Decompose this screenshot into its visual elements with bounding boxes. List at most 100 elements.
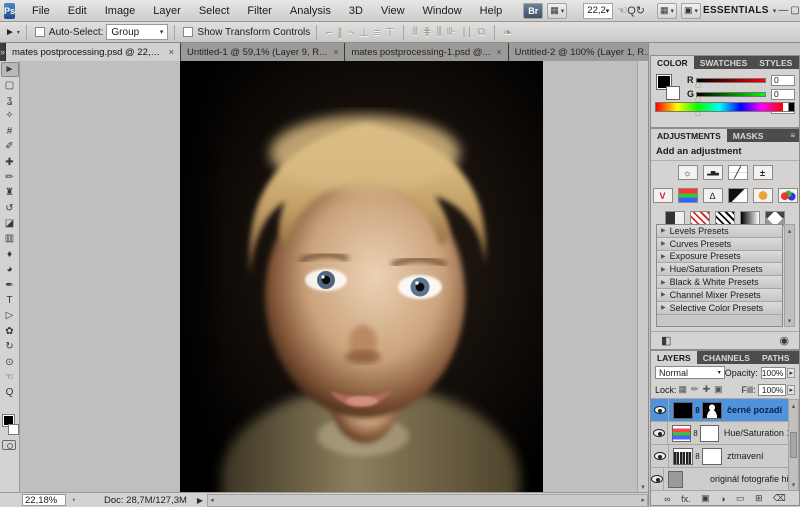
visibility-cell[interactable] [651, 399, 669, 421]
expand-triangle-icon[interactable]: ▶ [661, 266, 666, 273]
type-tool[interactable]: T [1, 293, 19, 308]
layer-name[interactable]: Hue/Saturation 1 [724, 428, 788, 438]
clone-stamp-tool[interactable]: ♜ [1, 185, 19, 200]
layer-thumbnail[interactable] [673, 402, 693, 419]
layer-style-icon[interactable]: fx. [681, 494, 691, 504]
auto-align-layers-icon[interactable]: ❧ [503, 26, 512, 39]
quick-mask-button[interactable] [2, 440, 16, 450]
preset-row[interactable]: ▶ Curves Presets [657, 238, 782, 251]
workspace-switcher[interactable]: ESSENTIALS [703, 5, 769, 16]
align-icon[interactable]: ⊤ [385, 27, 395, 39]
tool-preset-caret-icon[interactable]: ▾ [17, 29, 20, 36]
panel-tab[interactable]: ADJUSTMENTS [651, 129, 727, 142]
screen-mode-button[interactable]: ▣ ▾ [681, 3, 701, 19]
menu-item[interactable]: Image [96, 2, 145, 20]
path-selection-tool[interactable]: ▷ [1, 308, 19, 323]
show-transform-checkbox[interactable] [183, 27, 193, 37]
menu-item[interactable]: Edit [59, 2, 96, 20]
scroll-up-icon[interactable]: ▴ [788, 225, 792, 236]
close-icon[interactable]: × [169, 47, 174, 57]
scroll-down-icon[interactable]: ▾ [792, 479, 796, 490]
foreground-background-swatches[interactable] [2, 415, 20, 435]
menu-item[interactable]: Analysis [281, 2, 340, 20]
hand-tool-button[interactable]: ☜ [617, 4, 627, 17]
delete-layer-icon[interactable]: ⌫ [773, 493, 786, 504]
blend-mode-dropdown[interactable]: Normal ▾ [655, 366, 725, 379]
custom-shape-tool[interactable]: ✿ [1, 324, 19, 339]
vertical-scrollbar[interactable]: ▾ [637, 61, 648, 492]
layer-thumbnail[interactable] [672, 425, 691, 442]
new-layer-icon[interactable]: ⊞ [755, 493, 763, 504]
levels-icon[interactable] [703, 165, 723, 180]
new-adjustment-layer-icon[interactable]: ◑ [720, 494, 725, 504]
maximize-button[interactable]: ▢ [790, 4, 799, 18]
layer-row[interactable]: originál fotografie highpass [651, 468, 788, 491]
lasso-tool[interactable]: ʓ [1, 93, 19, 108]
black-white-icon[interactable] [728, 188, 748, 203]
scroll-right-icon[interactable]: ▸ [641, 495, 645, 506]
hand-tool[interactable]: ☜ [1, 370, 19, 385]
document-tab[interactable]: Untitled-1 @ 59,1% (Layer 9, R... × [181, 43, 345, 61]
add-layer-mask-icon[interactable]: ▣ [701, 493, 710, 504]
align-icon[interactable]: ≡ [374, 27, 380, 39]
expand-triangle-icon[interactable]: ▶ [661, 279, 666, 286]
auto-select-dropdown[interactable]: Group ▾ [106, 24, 168, 40]
minimize-button[interactable]: — [778, 4, 788, 18]
expand-triangle-icon[interactable]: ▶ [661, 304, 666, 311]
fill-slider-icon[interactable]: ▸ [787, 385, 795, 395]
document-tab[interactable]: mates postprocessing-1.psd @... × [345, 43, 508, 61]
panel-tab[interactable]: LAYERS [651, 351, 697, 364]
menu-item[interactable]: Help [471, 2, 512, 20]
layers-scrollbar[interactable]: ▴ ▾ [788, 399, 799, 491]
preset-row[interactable]: ▶ Black & White Presets [657, 276, 782, 289]
layer-thumbnail[interactable] [673, 448, 693, 465]
eye-icon[interactable] [651, 475, 663, 483]
color-spectrum-ramp[interactable] [655, 102, 795, 112]
canvas[interactable] [180, 61, 543, 492]
expanded-view-icon[interactable]: ◧ [661, 334, 671, 347]
distribute-icon[interactable]: ⫴ [413, 26, 418, 38]
scroll-up-icon[interactable]: ▴ [792, 400, 796, 411]
layer-name[interactable]: černé pozadí [727, 405, 782, 415]
layer-name[interactable]: ztmavení [727, 451, 764, 461]
opacity-slider-icon[interactable]: ▸ [787, 368, 795, 378]
clip-and-visibility-icon[interactable]: ◉ [779, 334, 789, 347]
scroll-left-icon[interactable]: ◂ [210, 495, 214, 506]
layer-row[interactable]: 8 ztmavení [651, 445, 788, 468]
panel-tab[interactable]: CHANNELS [697, 351, 756, 364]
expand-triangle-icon[interactable]: ▶ [661, 253, 666, 260]
channel-slider[interactable] [696, 92, 766, 97]
layer-thumbnail[interactable] [668, 471, 683, 488]
view-extras-button[interactable]: ▦ ▾ [547, 3, 567, 19]
expand-triangle-icon[interactable]: ▶ [661, 240, 666, 247]
history-brush-tool[interactable]: ↺ [1, 201, 19, 216]
slider-handle-icon[interactable] [695, 82, 701, 87]
eyedropper-tool[interactable]: ✐ [1, 139, 19, 154]
3d-rotate-tool[interactable]: ↻ [1, 339, 19, 354]
layer-row[interactable]: 8 Hue/Saturation 1 [651, 422, 788, 445]
eye-icon[interactable] [654, 406, 666, 414]
new-group-icon[interactable]: ▭ [736, 493, 745, 504]
menu-item[interactable]: File [23, 2, 59, 20]
distribute-icon[interactable]: ⧉ [477, 26, 485, 38]
panel-tab[interactable]: STYLES [753, 56, 798, 69]
align-icon[interactable]: ∥ [337, 27, 343, 39]
arrange-documents-button[interactable]: ▦ ▾ [657, 3, 677, 19]
quick-selection-tool[interactable]: ✧ [1, 108, 19, 123]
align-icon[interactable]: ¬ [348, 27, 354, 39]
3d-orbit-tool[interactable]: ⊙ [1, 354, 19, 369]
brightness-contrast-icon[interactable] [678, 165, 698, 180]
move-tool[interactable]: ► [1, 62, 19, 77]
lock-icon[interactable]: ✏ [691, 384, 699, 394]
status-flyout-icon[interactable]: ▶ [197, 496, 203, 505]
brush-tool[interactable]: ✏ [1, 170, 19, 185]
crop-tool[interactable]: # [1, 124, 19, 139]
layer-mask-thumbnail[interactable] [702, 448, 722, 465]
fill-input[interactable]: 100% [758, 384, 786, 396]
document-tab[interactable]: Untitled-2 @ 100% (Layer 1, R... × [509, 43, 671, 61]
slider-handle-icon[interactable] [695, 96, 701, 101]
background-color-swatch[interactable] [666, 86, 680, 100]
panel-menu-icon[interactable]: ≡ [786, 129, 799, 142]
launch-bridge-button[interactable]: Br [523, 3, 543, 19]
layer-row[interactable]: 8 černé pozadí [651, 399, 788, 422]
